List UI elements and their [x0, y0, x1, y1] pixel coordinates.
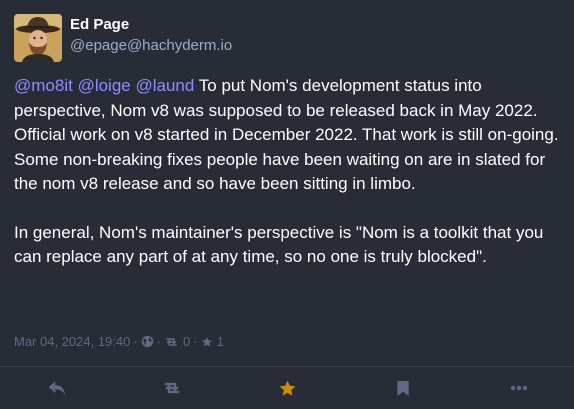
mention-link[interactable]: @loige	[78, 76, 131, 95]
author-display-name[interactable]: Ed Page	[70, 16, 129, 33]
meta-separator: ·	[156, 334, 162, 349]
mention-link[interactable]: @laund	[135, 76, 194, 95]
mention-link[interactable]: @mo8it	[14, 76, 73, 95]
favourite-button[interactable]	[276, 377, 298, 399]
status-meta: Mar 04, 2024, 19:40 · · 0 · 1	[14, 334, 224, 349]
boost-count: 0	[183, 334, 191, 349]
status-card: Ed Page @epage@hachyderm.io @mo8it @loig…	[0, 0, 574, 409]
post-paragraph-1: @mo8it @loige @laund To put Nom's develo…	[14, 74, 562, 197]
retweet-icon	[162, 380, 182, 396]
action-bar	[0, 367, 574, 409]
meta-separator: ·	[193, 334, 198, 349]
favourite-count: 1	[216, 334, 224, 349]
author-handle[interactable]: @epage@hachyderm.io	[70, 37, 232, 54]
reply-button[interactable]	[46, 377, 68, 399]
boost-button[interactable]	[161, 377, 183, 399]
timestamp[interactable]: Mar 04, 2024, 19:40	[14, 334, 130, 349]
reply-icon	[47, 379, 67, 397]
globe-icon	[141, 335, 154, 348]
post-paragraph-2: In general, Nom's maintainer's perspecti…	[14, 222, 544, 267]
post-content: @mo8it @loige @laund To put Nom's develo…	[14, 74, 562, 270]
star-icon	[201, 336, 213, 348]
bookmark-button[interactable]	[392, 377, 414, 399]
avatar[interactable]	[14, 14, 62, 62]
retweet-icon	[164, 336, 179, 348]
star-icon	[278, 379, 297, 398]
bookmark-icon	[396, 380, 410, 397]
more-button[interactable]	[508, 377, 530, 399]
meta-separator: ·	[133, 334, 138, 349]
ellipsis-icon	[510, 385, 528, 391]
